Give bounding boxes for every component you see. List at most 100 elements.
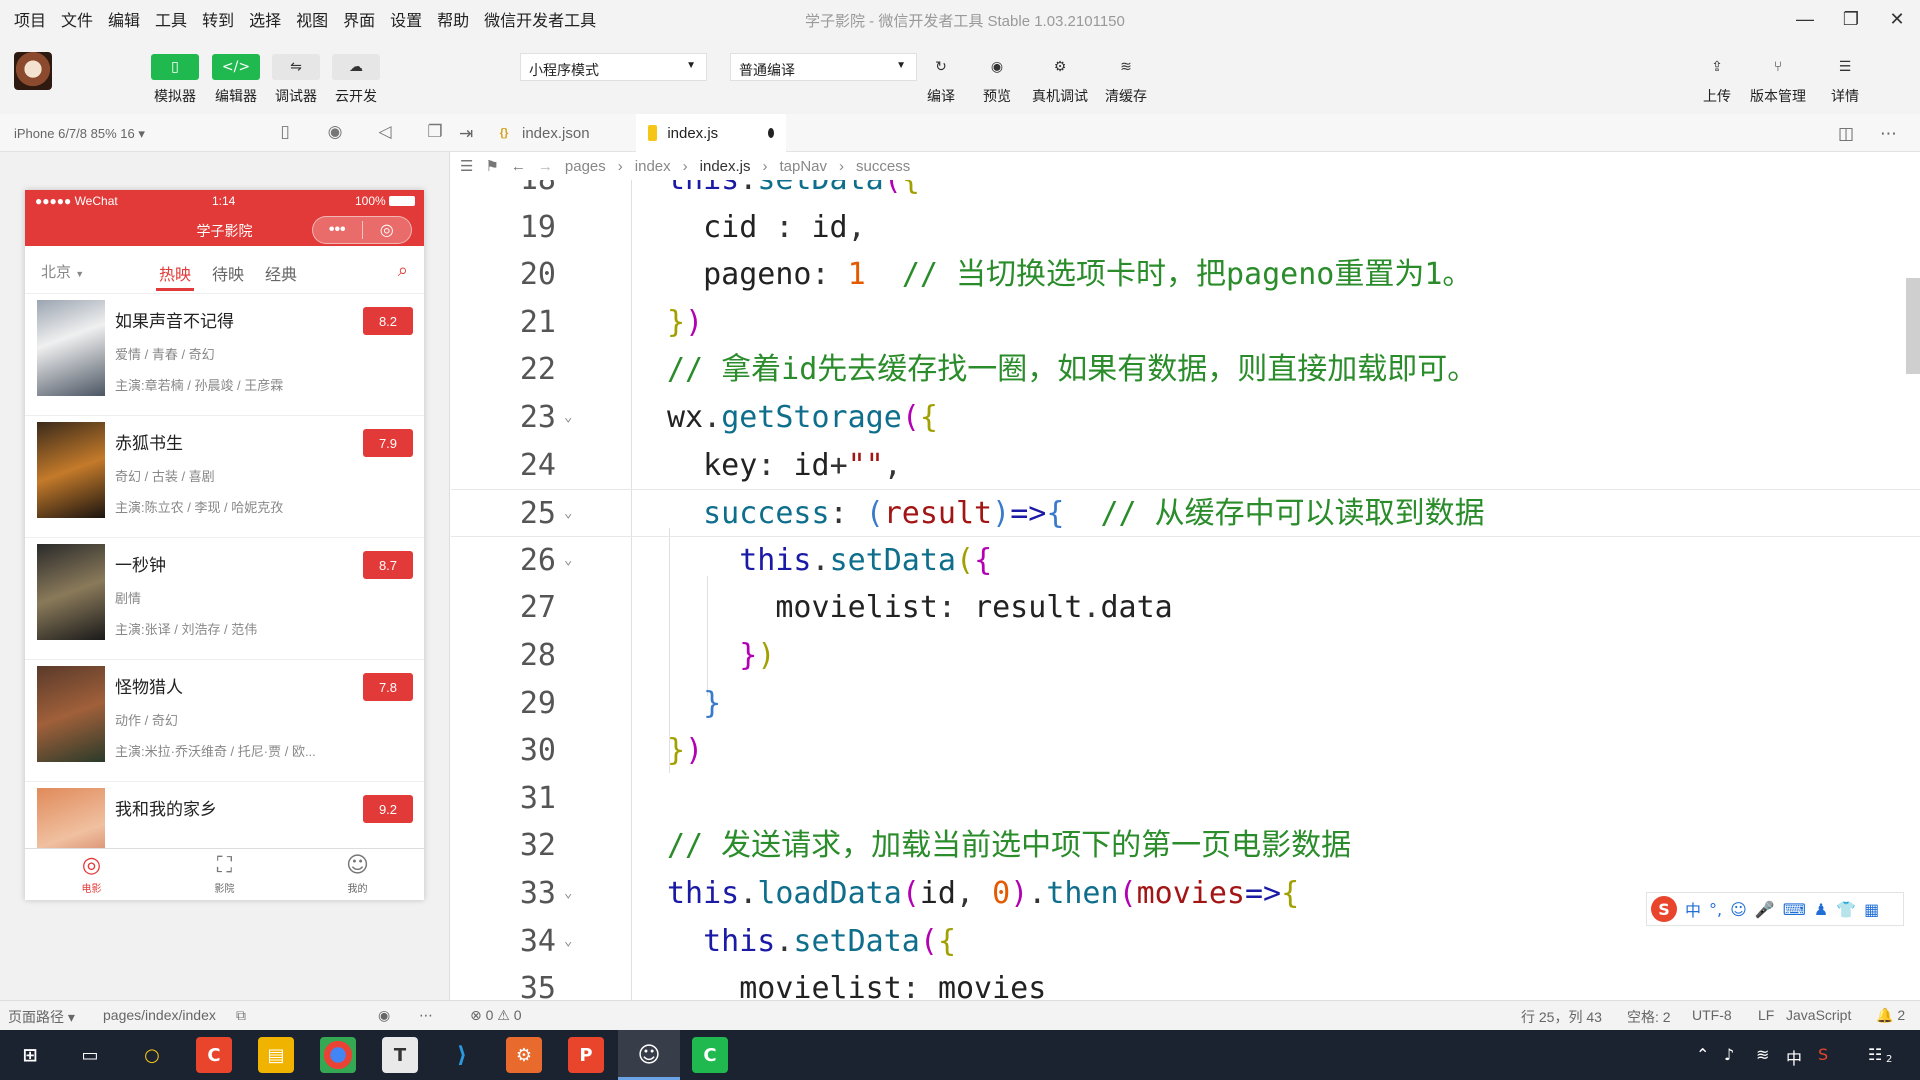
problems-count[interactable]: ⊗ 0 ⚠ 0 — [470, 1007, 522, 1024]
cursor-position[interactable]: 行 25，列 43 — [1521, 1007, 1602, 1027]
circle-app-icon[interactable]: ○ — [134, 1037, 170, 1073]
menu-select[interactable]: 选择 — [249, 7, 281, 31]
list-item[interactable]: 如果声音不记得 爱情 / 青春 / 奇幻 主演:章若楠 / 孙晨竣 / 王彦霖 … — [25, 294, 424, 416]
tray-ime[interactable]: 中 — [1786, 1045, 1802, 1069]
restore-button[interactable]: ❐ — [1828, 0, 1874, 38]
fold-chevron-icon[interactable]: ⌄ — [564, 918, 572, 966]
page-path-toggle[interactable]: 页面路径 ▾ — [8, 1007, 75, 1027]
wechat-devtools-icon[interactable]: ☺ — [631, 1037, 667, 1073]
menu-interface[interactable]: 界面 — [343, 7, 375, 31]
code-line[interactable]: 35 movielist: movies — [451, 965, 1920, 1000]
record-icon[interactable]: ◉ — [310, 122, 360, 142]
indentation[interactable]: 空格: 2 — [1627, 1007, 1671, 1027]
code-line[interactable]: 30}) — [451, 727, 1920, 775]
split-editor-icon[interactable]: ◫ — [1838, 124, 1854, 144]
vscode-icon[interactable]: ⟩ — [444, 1037, 480, 1073]
preview-button[interactable]: ◉ 预览 — [978, 54, 1016, 106]
code-line[interactable]: 22 // 拿着id先去缓存找一圈，如果有数据，则直接加载即可。 — [451, 346, 1920, 394]
back-icon[interactable]: ← — [511, 158, 526, 175]
language-mode[interactable]: JavaScript — [1786, 1007, 1851, 1023]
ime-emoji-icon[interactable]: ☺ — [1730, 900, 1747, 919]
more-dots-icon[interactable]: ••• — [313, 221, 362, 239]
fold-chevron-icon[interactable]: ⌄ — [564, 394, 572, 442]
code-line[interactable]: 20 pageno: 1 // 当切换选项卡时，把pageno重置为1。 — [451, 251, 1920, 299]
upload-button[interactable]: ⇪ 上传 — [1698, 54, 1736, 106]
typora-icon[interactable]: T — [382, 1037, 418, 1073]
sogou-tray-icon[interactable]: S — [1818, 1045, 1828, 1064]
menu-help[interactable]: 帮助 — [437, 7, 469, 31]
editor-button[interactable]: </> 编辑器 — [212, 54, 260, 106]
menu-tools[interactable]: 工具 — [155, 7, 187, 31]
eye-icon[interactable]: ◉ — [378, 1007, 390, 1024]
details-button[interactable]: ☰ 详情 — [1826, 54, 1864, 106]
ime-chinese-mode[interactable]: 中 — [1685, 897, 1701, 921]
ime-voice-icon[interactable]: 🎤 — [1755, 900, 1775, 919]
menu-goto[interactable]: 转到 — [202, 7, 234, 31]
breadcrumb-item[interactable]: index — [635, 158, 671, 175]
code-line[interactable]: 21}) — [451, 299, 1920, 347]
simulator-button[interactable]: ▯ 模拟器 — [151, 54, 199, 106]
bookmark-icon[interactable]: ⚑ — [485, 157, 498, 175]
tab-classic[interactable]: 经典 — [265, 261, 297, 285]
powerpoint-icon[interactable]: P — [568, 1037, 604, 1073]
tabbar-item-cinema[interactable]: ⛶ 影院 — [158, 849, 291, 900]
code-line[interactable]: 32 // 发送请求，加载当前选中项下的第一页电影数据 — [451, 822, 1920, 870]
search-icon[interactable]: ⌕ — [398, 260, 408, 281]
minimize-button[interactable]: — — [1782, 0, 1828, 38]
menu-project[interactable]: 项目 — [14, 7, 46, 31]
ime-skin-icon[interactable]: 👕 — [1836, 900, 1856, 919]
menu-view[interactable]: 视图 — [296, 7, 328, 31]
device-select[interactable]: iPhone 6/7/8 85% 16 ▾ — [14, 126, 145, 142]
list-item[interactable]: 赤狐书生 奇幻 / 古装 / 喜剧 主演:陈立农 / 李现 / 哈妮克孜 7.9 — [25, 416, 424, 538]
tab-index-json[interactable]: {} index.json — [484, 114, 602, 152]
close-circle-icon[interactable]: ◎ — [363, 220, 412, 240]
task-view-icon[interactable]: ▭ — [72, 1037, 108, 1073]
remote-debug-button[interactable]: ⚙ 真机调试 — [1030, 54, 1090, 106]
ime-user-icon[interactable]: ♟ — [1814, 900, 1828, 919]
postman-icon[interactable]: ⚙ — [506, 1037, 542, 1073]
volume-icon[interactable]: ♪ — [1724, 1045, 1734, 1064]
version-button[interactable]: ⑂ 版本管理 — [1748, 54, 1808, 106]
compile-button[interactable]: ↻ 编译 — [922, 54, 960, 106]
code-line[interactable]: 24 key: id+"", — [451, 442, 1920, 490]
code-line[interactable]: 28 }) — [451, 632, 1920, 680]
tab-coming-soon[interactable]: 待映 — [212, 261, 244, 285]
clear-cache-button[interactable]: ≋ 清缓存 — [1102, 54, 1150, 106]
file-explorer-icon[interactable]: ▤ — [258, 1037, 294, 1073]
fold-chevron-icon[interactable]: ⌄ — [564, 537, 572, 585]
tabbar-item-movies[interactable]: ◎ 电影 — [25, 849, 158, 900]
tab-index-js[interactable]: JS index.js — [636, 114, 786, 152]
menu-devtools[interactable]: 微信开发者工具 — [484, 7, 596, 31]
breadcrumb-item[interactable]: tapNav — [780, 158, 828, 175]
green-app-icon[interactable]: C — [692, 1037, 728, 1073]
code-line[interactable]: 18 this.setData({ — [451, 180, 1920, 204]
phone-icon[interactable]: ▯ — [260, 122, 310, 142]
code-line[interactable]: 29 } — [451, 680, 1920, 728]
unsaved-dot-icon[interactable] — [768, 128, 774, 138]
code-line[interactable]: 26 ⌄ this.setData({ — [451, 537, 1920, 585]
window-icon[interactable]: ❐ — [410, 122, 460, 142]
cloud-button[interactable]: ☁ 云开发 — [332, 54, 380, 106]
fold-chevron-icon[interactable]: ⌄ — [564, 490, 572, 538]
list-item[interactable]: 一秒钟 剧情 主演:张译 / 刘浩存 / 范伟 8.7 — [25, 538, 424, 660]
code-line[interactable]: 27 movielist: result.data — [451, 584, 1920, 632]
encoding[interactable]: UTF-8 — [1692, 1007, 1732, 1023]
debugger-button[interactable]: ⇋ 调试器 — [272, 54, 320, 106]
breadcrumb-item[interactable]: success — [856, 158, 910, 175]
mode-select[interactable]: 小程序模式 ▼ — [520, 53, 707, 81]
city-select[interactable]: 北京 ▼ — [41, 261, 84, 282]
compile-select[interactable]: 普通编译 ▼ — [730, 53, 917, 81]
c-app-icon[interactable]: C — [196, 1037, 232, 1073]
outline-icon[interactable]: ☰ — [460, 157, 473, 175]
tab-now-showing[interactable]: 热映 — [159, 261, 191, 285]
fold-chevron-icon[interactable]: ⌄ — [564, 870, 572, 918]
code-line[interactable]: 23 ⌄ wx.getStorage({ — [451, 394, 1920, 442]
menu-file[interactable]: 文件 — [61, 7, 93, 31]
notifications-bell[interactable]: 🔔 2 — [1876, 1007, 1905, 1024]
forward-icon[interactable]: → — [538, 158, 553, 175]
tabbar-item-me[interactable]: ☺ 我的 — [291, 849, 424, 900]
volume-icon[interactable]: ◁ — [360, 122, 410, 142]
action-center-icon[interactable]: ☷ — [1868, 1045, 1882, 1064]
sogou-logo-icon[interactable]: S — [1651, 896, 1677, 922]
breadcrumb-item[interactable]: pages — [565, 158, 606, 175]
